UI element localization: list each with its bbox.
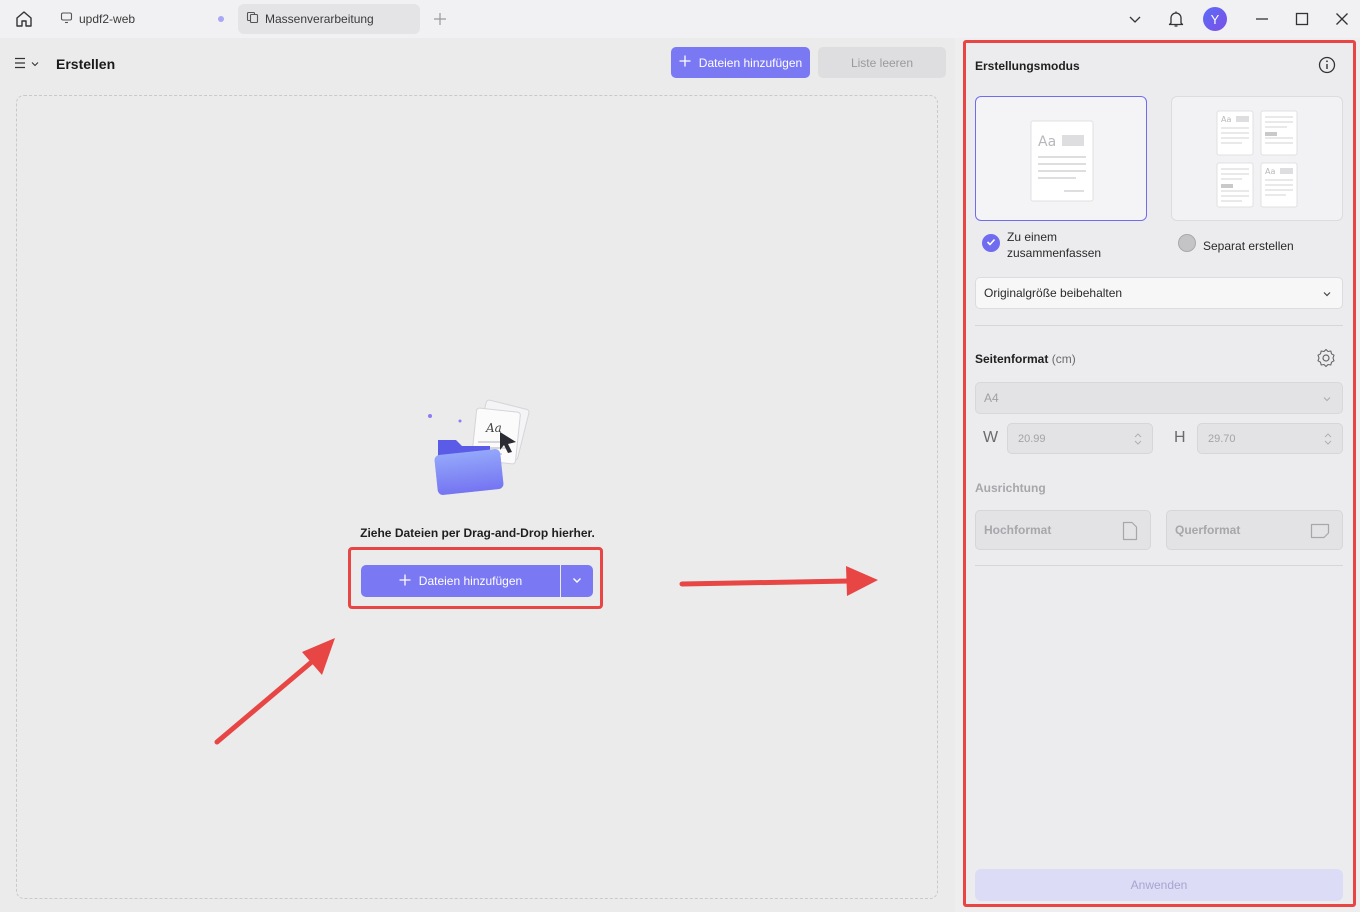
add-files-label: Dateien hinzufügen: [698, 55, 803, 70]
avatar[interactable]: Y: [1203, 7, 1227, 31]
check-icon: [986, 236, 996, 250]
chevron-down-icon: [1322, 288, 1332, 302]
multiple-documents-icon: Aa Aa: [1216, 110, 1298, 208]
drop-hint-text: Ziehe Dateien per Drag-and-Drop hierher.: [360, 526, 595, 540]
landscape-label: Querformat: [1175, 523, 1241, 537]
width-label: W: [983, 429, 999, 446]
title-bar: updf2-web Massenverarbeitung Y: [0, 0, 1360, 38]
chevron-down-icon: [572, 574, 582, 588]
page-size-value: Originalgröße beibehalten: [984, 286, 1123, 300]
stepper-icon[interactable]: [1324, 431, 1332, 450]
height-label: H: [1174, 429, 1186, 446]
plus-icon: [399, 574, 411, 589]
page-format-unit: (cm): [1051, 352, 1076, 366]
landscape-button[interactable]: Querformat: [1166, 510, 1343, 550]
merge-radio[interactable]: [982, 234, 1000, 252]
page-title: Erstellen: [56, 56, 116, 72]
apply-button[interactable]: Anwenden: [975, 869, 1343, 901]
portrait-label: Hochformat: [984, 523, 1052, 537]
add-files-center-button[interactable]: Dateien hinzufügen: [361, 565, 560, 597]
tab-label: updf2-web: [79, 12, 136, 26]
chevron-down-icon: [31, 57, 39, 71]
add-files-center-label: Dateien hinzufügen: [418, 574, 523, 588]
settings-panel: Erstellungsmodus Aa Aa Aa Zu einem zusam…: [963, 40, 1356, 907]
merge-option-label[interactable]: Zu einem zusammenfassen: [1007, 229, 1137, 261]
svg-text:Aa: Aa: [485, 421, 502, 435]
batch-icon: [246, 11, 259, 27]
svg-text:Aa: Aa: [1221, 115, 1231, 124]
menu-button[interactable]: [14, 56, 44, 72]
unsaved-dot: [218, 16, 224, 22]
add-files-dropdown-button[interactable]: [561, 565, 593, 597]
new-tab-plus-icon[interactable]: [430, 9, 450, 29]
tab-label: Massenverarbeitung: [265, 12, 374, 26]
add-files-button[interactable]: Dateien hinzufügen: [671, 47, 810, 78]
mode-title: Erstellungsmodus: [975, 59, 1080, 73]
portrait-button[interactable]: Hochformat: [975, 510, 1151, 550]
monitor-icon: [60, 11, 73, 27]
home-icon[interactable]: [12, 8, 36, 30]
page-format-title-text: Seitenformat: [975, 352, 1049, 366]
height-value: 29.70: [1208, 432, 1236, 445]
svg-text:Aa: Aa: [1265, 167, 1275, 176]
chevron-down-icon: [1322, 393, 1332, 407]
chevron-down-icon[interactable]: [1123, 8, 1147, 30]
file-list-panel: Erstellen Dateien hinzufügen Liste leere…: [0, 38, 955, 912]
orientation-title: Ausrichtung: [975, 481, 1046, 495]
page-format-title: Seitenformat (cm): [975, 352, 1076, 366]
hamburger-icon: [14, 57, 28, 72]
svg-text:Aa: Aa: [1038, 134, 1056, 150]
separate-mode-card[interactable]: Aa Aa: [1171, 96, 1343, 221]
minimize-icon[interactable]: [1250, 8, 1274, 30]
merge-mode-card[interactable]: Aa: [975, 96, 1147, 221]
plus-icon: [679, 55, 691, 70]
bell-icon[interactable]: [1164, 8, 1188, 30]
width-input[interactable]: 20.99: [1007, 423, 1153, 454]
clear-list-button[interactable]: Liste leeren: [818, 47, 946, 78]
divider: [975, 325, 1343, 326]
divider: [975, 565, 1343, 566]
folder-documents-illustration: Aa: [428, 399, 530, 495]
page-format-select[interactable]: A4: [975, 382, 1343, 414]
separate-radio[interactable]: [1178, 234, 1196, 252]
stepper-icon[interactable]: [1134, 431, 1142, 450]
separate-option-label[interactable]: Separat erstellen: [1203, 238, 1294, 254]
landscape-page-icon: [1310, 523, 1330, 542]
maximize-icon[interactable]: [1290, 8, 1314, 30]
portrait-page-icon: [1122, 521, 1138, 544]
tab-massenverarbeitung[interactable]: Massenverarbeitung: [238, 4, 420, 34]
single-document-icon: Aa: [1030, 120, 1094, 202]
height-input[interactable]: 29.70: [1197, 423, 1343, 454]
gear-icon[interactable]: [1316, 348, 1336, 368]
close-icon[interactable]: [1330, 8, 1354, 30]
info-icon[interactable]: [1318, 56, 1336, 74]
tab-updf2-web[interactable]: updf2-web: [52, 4, 234, 34]
width-value: 20.99: [1018, 432, 1046, 445]
page-size-select[interactable]: Originalgröße beibehalten: [975, 277, 1343, 309]
page-format-value: A4: [984, 391, 999, 405]
